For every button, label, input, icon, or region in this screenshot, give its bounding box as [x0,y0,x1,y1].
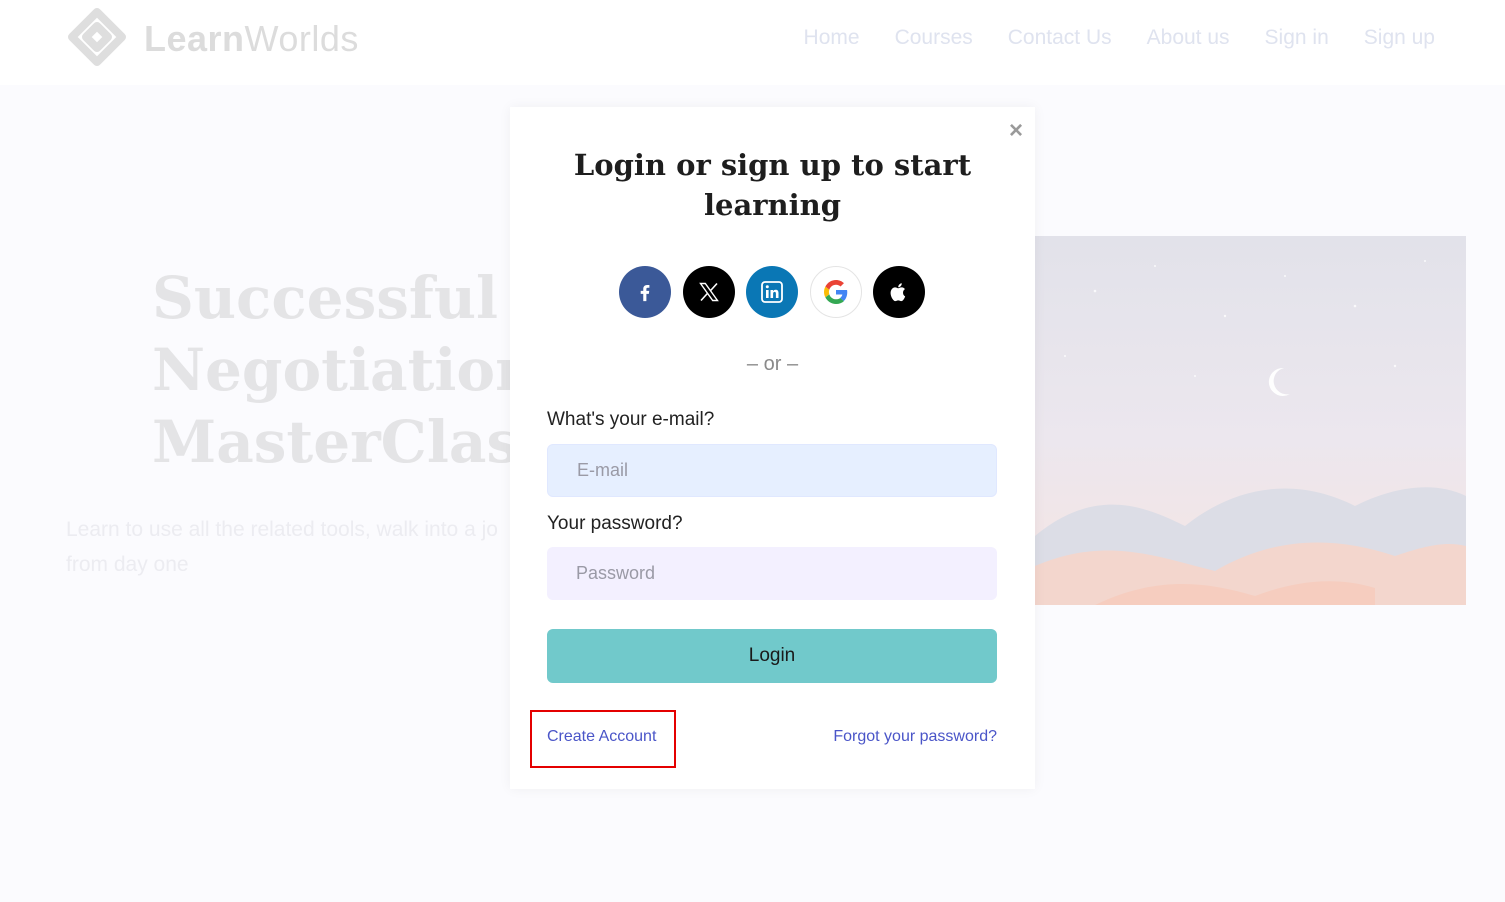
login-modal: × Login or sign up to start learning – o… [510,107,1035,789]
hero-title: Successful Negotiation MasterClass [152,262,532,478]
x-login-button[interactable] [682,266,735,318]
close-button[interactable]: × [1009,117,1023,145]
logo-text: LearnWorlds [144,18,359,59]
facebook-icon [640,284,650,302]
apple-login-button[interactable] [873,266,925,318]
google-icon [823,280,847,304]
apple-icon [890,283,906,302]
create-account-link[interactable]: Create Account [547,728,656,746]
hero-title-line: Successful [152,264,499,332]
top-navbar: LearnWorlds Home Courses Contact Us Abou… [0,0,1505,85]
login-button[interactable]: Login [547,629,997,683]
social-login-row [619,266,925,318]
learnworlds-logo[interactable]: LearnWorlds [64,6,359,72]
password-label: Your password? [547,513,683,534]
email-label: What's your e-mail? [547,409,715,430]
x-icon [698,282,719,302]
linkedin-icon [761,281,783,303]
nav-courses[interactable]: Courses [895,26,973,50]
hero-illustration [1035,236,1466,605]
facebook-login-button[interactable] [619,266,671,318]
or-separator: – or – [746,353,799,375]
nav-about-us[interactable]: About us [1147,26,1230,50]
email-input[interactable] [547,444,997,497]
logo-icon [68,8,126,66]
hero-subtitle-line: Learn to use all the related tools, walk… [66,518,498,541]
nav-home[interactable]: Home [804,26,860,50]
nav-sign-up[interactable]: Sign up [1364,26,1435,50]
nav-contact-us[interactable]: Contact Us [1008,26,1112,50]
hero-subtitle-line: from day one [66,553,189,576]
password-input[interactable] [547,547,997,600]
forgot-password-link[interactable]: Forgot your password? [833,728,997,746]
modal-title: Login or sign up to start learning [573,148,972,222]
linkedin-login-button[interactable] [746,266,798,318]
google-login-button[interactable] [809,266,862,318]
hero-subtitle: Learn to use all the related tools, walk… [66,512,516,584]
nav-sign-in[interactable]: Sign in [1265,26,1329,50]
hero-title-line: Negotiation [152,336,532,404]
main-nav: Home Courses Contact Us About us Sign in… [769,26,1435,50]
hero-title-line: MasterClass [152,408,532,476]
